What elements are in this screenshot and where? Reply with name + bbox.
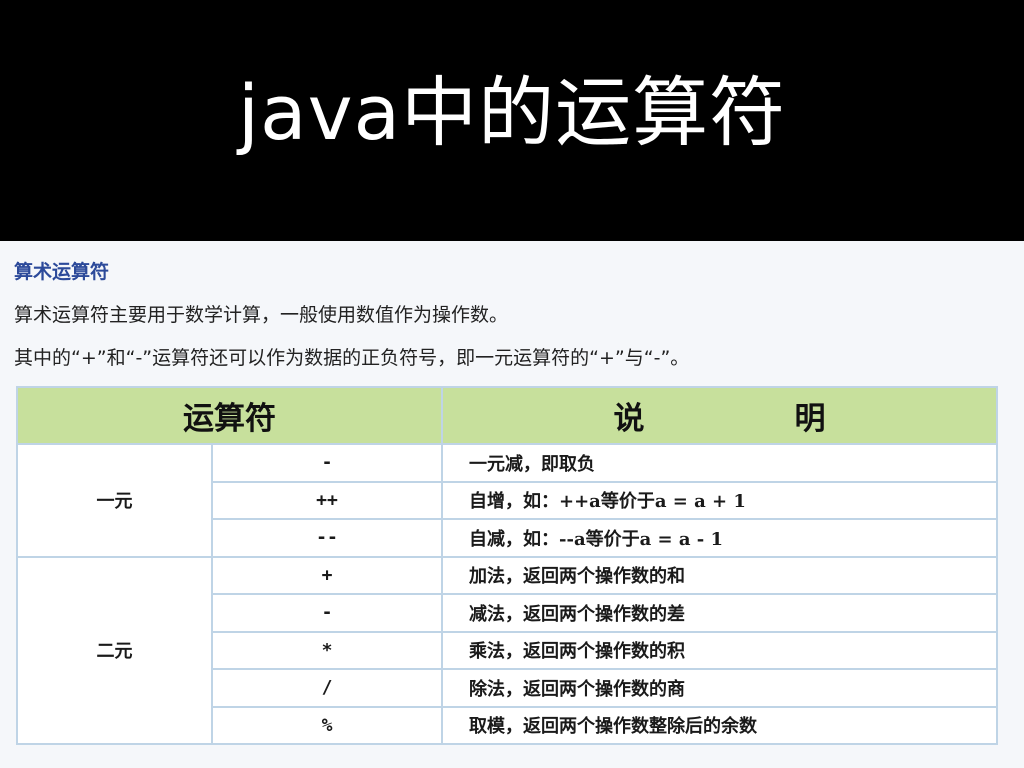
operators-table: 运算符 说明 一元 - 一元减，即取负 ++ 自增，如：++a等价于a = a … [16, 386, 998, 745]
description-cell: 自增，如：++a等价于a = a + 1 [441, 480, 998, 520]
slide-title-bar: java中的运算符 [0, 0, 1024, 241]
table-header-row: 运算符 说明 [16, 386, 998, 445]
paragraph-2: 其中的“+”和“-”运算符还可以作为数据的正负符号，即一元运算符的“+”与“-”… [14, 347, 690, 369]
header-operator: 运算符 [16, 386, 443, 445]
operator-cell: ++ [211, 480, 443, 520]
table-row: 二元 + 加法，返回两个操作数的和 [16, 555, 998, 745]
section-heading: 算术运算符 [14, 261, 110, 283]
operator-cell: * [211, 630, 443, 670]
description-cell: 减法，返回两个操作数的差 [441, 593, 998, 633]
operator-cell: + [211, 555, 443, 595]
group-type-unary: 一元 [16, 443, 213, 558]
content-area: 算术运算符 算术运算符主要用于数学计算，一般使用数值作为操作数。 其中的“+”和… [0, 241, 1024, 768]
header-desc-part2: 明 [794, 401, 826, 437]
description-cell: 除法，返回两个操作数的商 [441, 668, 998, 708]
operator-cell: / [211, 668, 443, 708]
description-cell: 加法，返回两个操作数的和 [441, 555, 998, 595]
operator-cell: % [211, 705, 443, 745]
paragraph-1: 算术运算符主要用于数学计算，一般使用数值作为操作数。 [14, 304, 509, 326]
description-cell: 自减，如：--a等价于a = a - 1 [441, 518, 998, 558]
description-cell: 取模，返回两个操作数整除后的余数 [441, 705, 998, 745]
operator-cell: -- [211, 518, 443, 558]
description-cell: 乘法，返回两个操作数的积 [441, 630, 998, 670]
description-cell: 一元减，即取负 [441, 443, 998, 483]
group-type-binary: 二元 [16, 555, 213, 745]
operator-cell: - [211, 593, 443, 633]
table-row: 一元 - 一元减，即取负 [16, 443, 998, 558]
slide-title: java中的运算符 [237, 67, 787, 157]
operator-cell: - [211, 443, 443, 483]
header-description: 说明 [441, 386, 998, 445]
header-desc-part1: 说 [613, 401, 645, 437]
